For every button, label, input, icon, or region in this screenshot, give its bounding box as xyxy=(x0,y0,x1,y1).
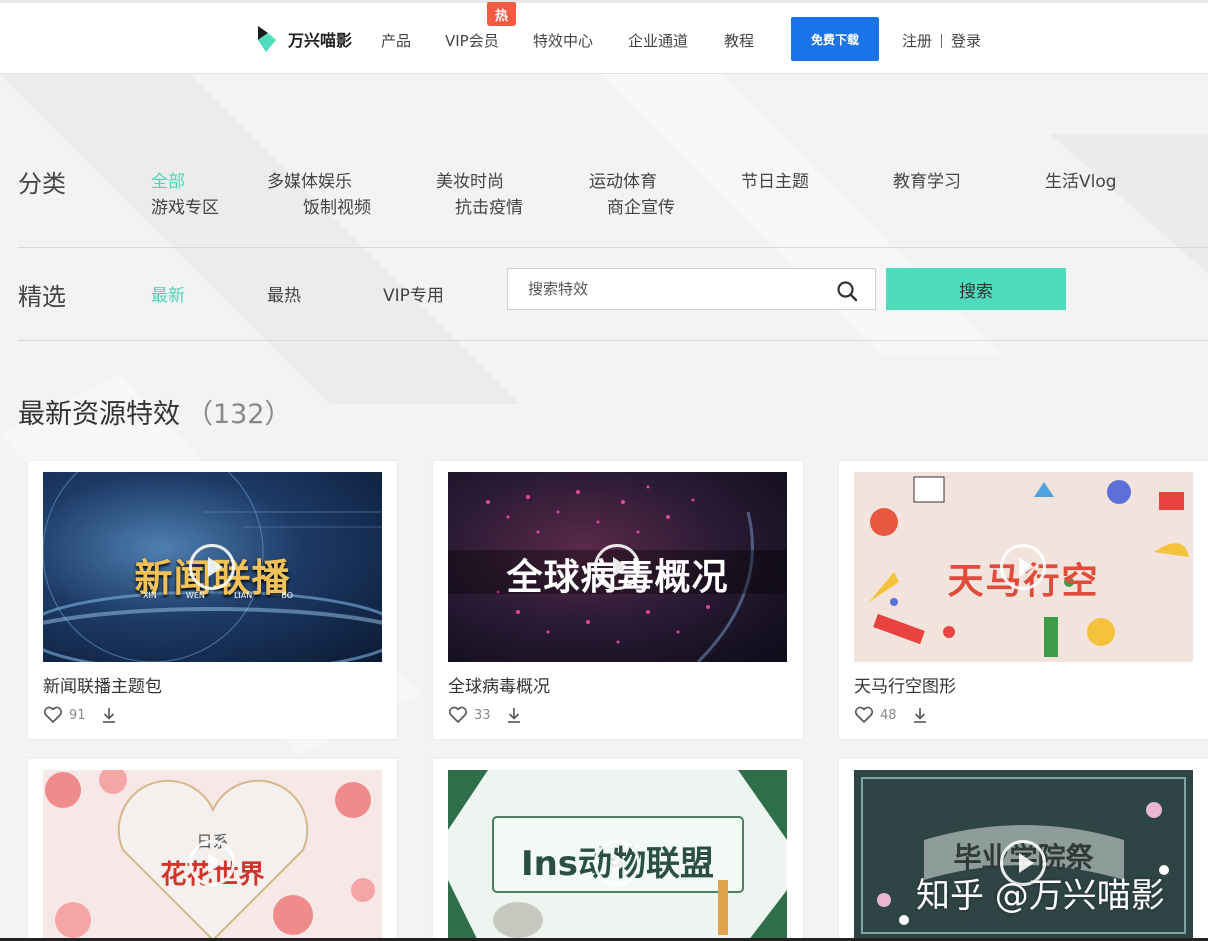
play-icon[interactable] xyxy=(1000,544,1046,590)
category-business[interactable]: 商企宣传 xyxy=(607,193,675,218)
category-vlog[interactable]: 生活Vlog xyxy=(1045,167,1117,192)
pick-hottest[interactable]: 最热 xyxy=(267,281,301,306)
free-download-button[interactable]: 免费下载 xyxy=(791,17,879,61)
download-icon[interactable] xyxy=(911,706,929,724)
search-input[interactable] xyxy=(508,269,828,309)
card-meta: 91 xyxy=(43,706,118,724)
effect-card[interactable]: 新闻联播 XIN WEN LIAN BO 新闻联播主题包 91 xyxy=(28,461,397,739)
card-title[interactable]: 全球病毒概况 xyxy=(448,672,550,697)
category-education[interactable]: 教育学习 xyxy=(893,167,961,192)
auth-separator xyxy=(941,33,943,48)
nav-products[interactable]: 产品 xyxy=(381,30,411,51)
like-count: 91 xyxy=(69,707,86,723)
category-sports[interactable]: 运动体育 xyxy=(589,167,657,192)
download-icon[interactable] xyxy=(100,706,118,724)
effect-card[interactable]: 天马行空 天马行空图形 48 xyxy=(839,461,1208,739)
play-icon[interactable] xyxy=(594,840,640,886)
card-thumbnail[interactable]: 天马行空 xyxy=(854,472,1193,662)
register-link[interactable]: 注册 xyxy=(902,30,932,51)
search-button[interactable]: 搜索 xyxy=(886,268,1066,310)
search-icon[interactable] xyxy=(836,280,858,302)
divider xyxy=(18,247,1208,248)
like-count: 48 xyxy=(880,707,897,723)
heart-icon[interactable] xyxy=(43,706,63,724)
divider xyxy=(18,340,1208,341)
thumb-sub-lian: LIAN xyxy=(233,591,253,600)
login-link[interactable]: 登录 xyxy=(951,30,981,51)
category-games[interactable]: 游戏专区 xyxy=(151,193,219,218)
card-title[interactable]: 新闻联播主题包 xyxy=(43,672,162,697)
section-title-text: 最新资源特效 xyxy=(18,399,180,430)
hot-badge: 热 xyxy=(487,2,516,26)
thumb-sub-bo: BO xyxy=(281,591,293,600)
top-border xyxy=(0,0,1208,3)
nav-enterprise[interactable]: 企业通道 xyxy=(628,30,688,51)
logo-icon xyxy=(258,26,276,52)
resource-count: （132） xyxy=(186,399,292,430)
card-meta: 48 xyxy=(854,706,929,724)
play-icon[interactable] xyxy=(189,840,235,886)
nav-tutorial[interactable]: 教程 xyxy=(724,30,754,51)
card-meta: 33 xyxy=(448,706,523,724)
heart-icon[interactable] xyxy=(448,706,468,724)
effect-card[interactable]: Ins动物联盟 xyxy=(433,759,803,941)
search-box xyxy=(507,268,876,310)
nav-vip[interactable]: VIP会员 xyxy=(445,30,499,51)
card-thumbnail[interactable]: 日系 花花世界 xyxy=(43,770,382,941)
category-holiday[interactable]: 节日主题 xyxy=(741,167,809,192)
thumb-sub-wen: WEN xyxy=(185,591,205,600)
card-title[interactable]: 天马行空图形 xyxy=(854,672,956,697)
thumb-sub-xin: XIN xyxy=(143,591,157,600)
effect-card[interactable]: 日系 花花世界 xyxy=(28,759,397,941)
download-icon[interactable] xyxy=(505,706,523,724)
category-beauty[interactable]: 美妆时尚 xyxy=(436,167,504,192)
watermark: 知乎 @万兴喵影 xyxy=(916,876,1165,916)
category-epidemic[interactable]: 抗击疫情 xyxy=(455,193,523,218)
card-thumbnail[interactable]: 新闻联播 XIN WEN LIAN BO xyxy=(43,472,382,662)
nav-effects-center[interactable]: 特效中心 xyxy=(533,30,593,51)
card-thumbnail[interactable]: Ins动物联盟 xyxy=(448,770,787,941)
auth-links: 注册 登录 xyxy=(902,30,981,51)
play-icon[interactable] xyxy=(189,544,235,590)
pick-vip[interactable]: VIP专用 xyxy=(383,281,444,306)
category-all[interactable]: 全部 xyxy=(151,167,185,192)
category-fan-video[interactable]: 饭制视频 xyxy=(303,193,371,218)
brand-name: 万兴喵影 xyxy=(288,31,353,50)
section-title: 最新资源特效 （132） xyxy=(18,392,292,431)
pick-label: 精选 xyxy=(18,283,66,311)
effect-card[interactable]: 全球病毒概况 全球病毒概况 33 xyxy=(433,461,803,739)
category-label: 分类 xyxy=(18,170,66,198)
pick-latest[interactable]: 最新 xyxy=(151,281,185,306)
like-count: 33 xyxy=(474,707,491,723)
play-icon[interactable] xyxy=(594,544,640,590)
thumbnail-subtitle: XIN WEN LIAN BO xyxy=(143,591,293,600)
logo[interactable]: 万兴喵影 xyxy=(254,24,352,54)
top-header: 万兴喵影 产品 VIP会员 热 特效中心 企业通道 教程 免费下载 注册 登录 xyxy=(0,0,1208,74)
category-multimedia[interactable]: 多媒体娱乐 xyxy=(267,167,352,192)
card-thumbnail[interactable]: 全球病毒概况 xyxy=(448,472,787,662)
heart-icon[interactable] xyxy=(854,706,874,724)
